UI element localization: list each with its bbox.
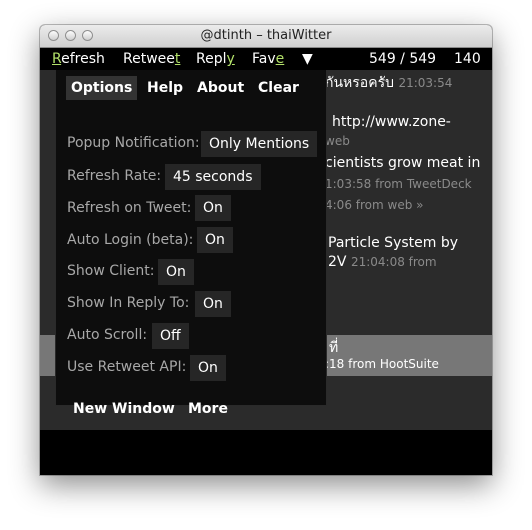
minimize-window-button[interactable]: [65, 30, 76, 41]
tweet-counter: 549 / 549: [369, 51, 437, 67]
refresh-accesskey: R: [52, 51, 62, 67]
menu-dropdown-icon[interactable]: ▼: [302, 48, 313, 70]
feed-line: 2V 21:04:08 from: [328, 254, 437, 270]
tab-clear[interactable]: Clear: [253, 76, 304, 100]
feed-text: ที่: [329, 340, 339, 356]
setting-label: Show Client:: [67, 263, 155, 279]
feed-line: 4:06 from web »: [325, 197, 423, 213]
feed-line: Particle System by: [328, 235, 458, 251]
use-retweet-api-toggle[interactable]: On: [190, 355, 226, 381]
setting-label: Use Retweet API:: [67, 359, 187, 375]
feed-meta: :18 from HootSuite: [325, 357, 439, 371]
toolbar: Refresh Retweet Reply Fave ▼ 549 / 549 1…: [40, 48, 492, 70]
setting-label: Refresh on Tweet:: [67, 200, 192, 216]
tab-options[interactable]: Options: [66, 76, 138, 100]
feed-text: Particle System by: [328, 235, 459, 251]
reply-accesskey: y: [226, 51, 235, 67]
title-bar: @dtinth – thaiWitter: [40, 25, 492, 48]
feed-meta: 21:04:08 from: [350, 255, 437, 269]
retweet-button[interactable]: Retweet: [123, 48, 180, 70]
refresh-label-post: efresh: [61, 51, 105, 67]
char-count: 140: [454, 51, 481, 67]
feed-meta: 1:03:58 from TweetDeck: [325, 177, 472, 191]
feed-meta: 4:06 from web »: [325, 198, 424, 212]
auto-scroll-toggle[interactable]: Off: [152, 323, 189, 349]
setting-label: Popup Notification:: [67, 135, 200, 151]
window-title: @dtinth – thaiWitter: [200, 28, 332, 43]
options-menu-panel: Options Help About Clear Popup Notificat…: [55, 70, 327, 417]
retweet-label-pre: Retwee: [123, 51, 175, 67]
feed-text: 2V: [328, 254, 347, 270]
compose-area[interactable]: [40, 430, 492, 475]
feed-line: 1:03:58 from TweetDeck: [325, 176, 472, 192]
refresh-button[interactable]: Refresh: [52, 48, 105, 70]
show-client-toggle[interactable]: On: [158, 259, 194, 285]
auto-login-toggle[interactable]: On: [197, 227, 233, 253]
feed-line: cientists grow meat in: [325, 155, 480, 171]
setting-label: Auto Login (beta):: [67, 232, 194, 248]
setting-label: Auto Scroll:: [67, 327, 148, 343]
reply-label-pre: Repl: [196, 51, 227, 67]
close-window-button[interactable]: [48, 30, 59, 41]
setting-label: Show In Reply To:: [67, 295, 190, 311]
fave-accesskey: e: [275, 51, 285, 67]
feed-text: http://www.zone-: [332, 114, 451, 130]
fave-button[interactable]: Fave: [252, 48, 284, 70]
feed-line: :18 from HootSuite: [325, 356, 439, 372]
tab-help[interactable]: Help: [142, 76, 188, 100]
fave-label-pre: Fav: [252, 51, 276, 67]
more-button[interactable]: More: [188, 401, 228, 417]
reply-button[interactable]: Reply: [196, 48, 235, 70]
feed-meta: web: [325, 134, 350, 148]
popup-notification-select[interactable]: Only Mentions: [201, 131, 318, 157]
new-window-button[interactable]: New Window: [73, 401, 175, 417]
zoom-window-button[interactable]: [82, 30, 93, 41]
feed-line: web: [325, 133, 350, 149]
feed-line: http://www.zone-: [332, 114, 451, 130]
refresh-on-tweet-toggle[interactable]: On: [195, 195, 231, 221]
feed-text: cientists grow meat in: [325, 155, 481, 171]
feed-meta: 21:03:54: [398, 76, 453, 90]
setting-label: Refresh Rate:: [67, 168, 162, 184]
retweet-accesskey: t: [174, 51, 181, 67]
feed-text: กันหรอครับ: [325, 75, 394, 91]
show-in-reply-to-toggle[interactable]: On: [195, 291, 231, 317]
feed-line: กันหรอครับ 21:03:54: [325, 72, 452, 94]
app-window: @dtinth – thaiWitter Refresh Retweet Rep…: [40, 25, 492, 475]
refresh-rate-select[interactable]: 45 seconds: [165, 164, 261, 190]
tab-about[interactable]: About: [192, 76, 249, 100]
